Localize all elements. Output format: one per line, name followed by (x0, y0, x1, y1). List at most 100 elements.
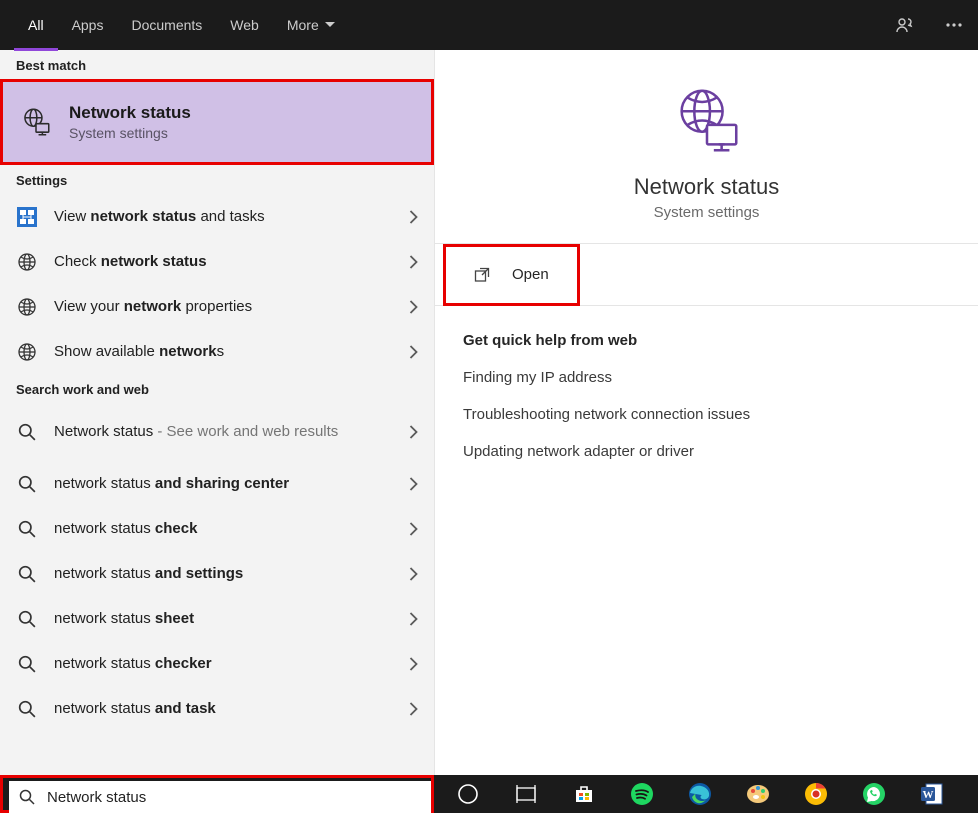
settings-result[interactable]: View network status and tasks (0, 194, 434, 239)
globe-icon (16, 342, 38, 362)
chevron-right-icon (409, 255, 418, 269)
taskbar: W (0, 775, 978, 813)
tab-documents-label: Documents (131, 17, 202, 33)
web-result[interactable]: network status check (0, 506, 434, 551)
best-match-result[interactable]: Network status System settings (3, 82, 431, 162)
chevron-right-icon (409, 522, 418, 536)
search-input-highlight (0, 775, 434, 813)
feedback-icon[interactable] (888, 9, 920, 41)
search-icon (16, 565, 38, 583)
result-label: network status and task (54, 700, 393, 717)
preview-actions: Open (435, 243, 978, 306)
search-icon (19, 789, 35, 805)
chevron-right-icon (409, 612, 418, 626)
results-panel: Best match Network status System setting… (0, 50, 434, 775)
result-label: Network status - See work and web result… (54, 423, 393, 442)
best-match-highlight: Network status System settings (0, 79, 434, 165)
taskbar-cortana-icon[interactable] (444, 775, 492, 813)
taskbar-store-icon[interactable] (560, 775, 608, 813)
taskbar-word-icon[interactable]: W (908, 775, 956, 813)
result-label: View network status and tasks (54, 208, 393, 225)
search-icon (16, 423, 38, 441)
web-result[interactable]: network status checker (0, 641, 434, 686)
open-icon (474, 267, 490, 283)
chevron-right-icon (409, 345, 418, 359)
chevron-right-icon (409, 300, 418, 314)
best-match-title: Network status (69, 103, 191, 123)
chevron-right-icon (409, 702, 418, 716)
preview-title: Network status (634, 174, 780, 200)
quick-help-links: Finding my IP addressTroubleshooting net… (435, 359, 978, 470)
quick-help-link[interactable]: Updating network adapter or driver (435, 433, 978, 470)
svg-text:W: W (923, 789, 934, 801)
tab-all-label: All (28, 17, 44, 33)
more-options-icon[interactable] (938, 9, 970, 41)
tab-more[interactable]: More (273, 0, 349, 50)
taskbar-whatsapp-icon[interactable] (850, 775, 898, 813)
preview-subtitle: System settings (654, 204, 760, 221)
quick-help-link[interactable]: Troubleshooting network connection issue… (435, 396, 978, 433)
chevron-right-icon (409, 477, 418, 491)
search-icon (16, 475, 38, 493)
settings-results-list: View network status and tasks Check netw… (0, 194, 434, 374)
quick-help-header: Get quick help from web (435, 306, 978, 359)
settings-result[interactable]: Show available networks (0, 329, 434, 374)
search-scope-tabs: All Apps Documents Web More (0, 0, 978, 50)
chevron-right-icon (409, 567, 418, 581)
web-header: Search work and web (0, 374, 434, 403)
open-action[interactable]: Open (446, 247, 577, 303)
web-result[interactable]: network status sheet (0, 596, 434, 641)
taskbar-paint-icon[interactable] (734, 775, 782, 813)
search-input[interactable] (45, 781, 421, 813)
network-tile-icon (16, 207, 38, 227)
tab-apps-label: Apps (72, 17, 104, 33)
best-match-subtitle: System settings (69, 125, 191, 141)
quick-help-link[interactable]: Finding my IP address (435, 359, 978, 396)
taskbar-search[interactable] (9, 781, 431, 813)
globe-monitor-icon-large (668, 82, 746, 160)
web-result[interactable]: Network status - See work and web result… (0, 403, 434, 461)
tab-more-label: More (287, 17, 319, 33)
search-icon (16, 655, 38, 673)
settings-header: Settings (0, 165, 434, 194)
tab-apps[interactable]: Apps (58, 0, 118, 50)
taskbar-task-view-icon[interactable] (502, 775, 550, 813)
search-icon (16, 610, 38, 628)
tab-web[interactable]: Web (216, 0, 273, 50)
result-label: network status sheet (54, 610, 393, 627)
result-label: Check network status (54, 253, 393, 270)
preview-panel: Network status System settings Open (434, 50, 978, 775)
chevron-right-icon (409, 425, 418, 439)
best-match-header: Best match (0, 50, 434, 79)
search-icon (16, 700, 38, 718)
web-result[interactable]: network status and sharing center (0, 461, 434, 506)
taskbar-edge-icon[interactable] (676, 775, 724, 813)
taskbar-spotify-icon[interactable] (618, 775, 666, 813)
web-result[interactable]: network status and settings (0, 551, 434, 596)
result-label: network status and settings (54, 565, 393, 582)
result-label: View your network properties (54, 298, 393, 315)
tab-strip: All Apps Documents Web More (14, 0, 349, 50)
tab-documents[interactable]: Documents (117, 0, 216, 50)
globe-icon (16, 297, 38, 317)
globe-icon (16, 252, 38, 272)
taskbar-chrome-canary-icon[interactable] (792, 775, 840, 813)
chevron-right-icon (409, 657, 418, 671)
chevron-right-icon (409, 210, 418, 224)
result-label: network status and sharing center (54, 475, 393, 492)
web-results-list: Network status - See work and web result… (0, 403, 434, 731)
result-label: network status checker (54, 655, 393, 672)
web-result[interactable]: network status and task (0, 686, 434, 731)
result-label: Show available networks (54, 343, 393, 360)
tab-web-label: Web (230, 17, 259, 33)
open-label: Open (512, 266, 549, 283)
open-action-highlight: Open (443, 244, 580, 306)
chevron-down-icon (325, 22, 335, 28)
search-icon (16, 520, 38, 538)
settings-result[interactable]: Check network status (0, 239, 434, 284)
settings-result[interactable]: View your network properties (0, 284, 434, 329)
globe-monitor-icon (19, 105, 53, 139)
tab-all[interactable]: All (14, 0, 58, 50)
result-label: network status check (54, 520, 393, 537)
taskbar-pinned-apps: W (434, 775, 956, 813)
